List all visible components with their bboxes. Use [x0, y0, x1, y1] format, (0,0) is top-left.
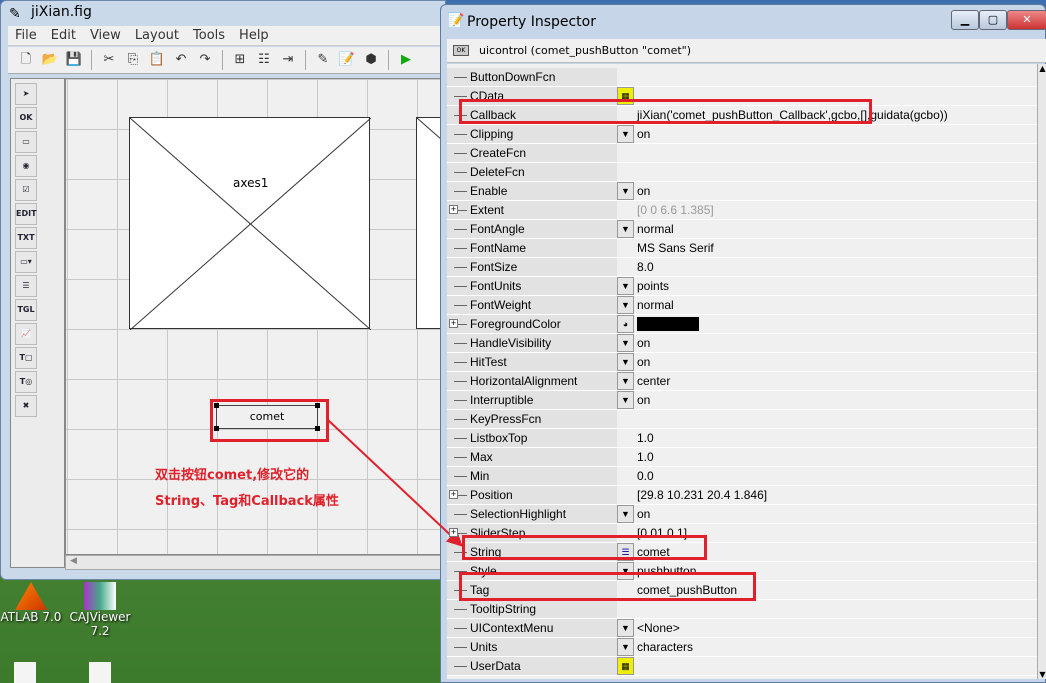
expand-icon[interactable]: +	[449, 528, 458, 537]
annotation-arrow	[327, 419, 463, 547]
expand-icon[interactable]: +	[449, 490, 458, 499]
expand-icon[interactable]: +	[449, 319, 458, 328]
expand-icon[interactable]: +	[449, 205, 458, 214]
